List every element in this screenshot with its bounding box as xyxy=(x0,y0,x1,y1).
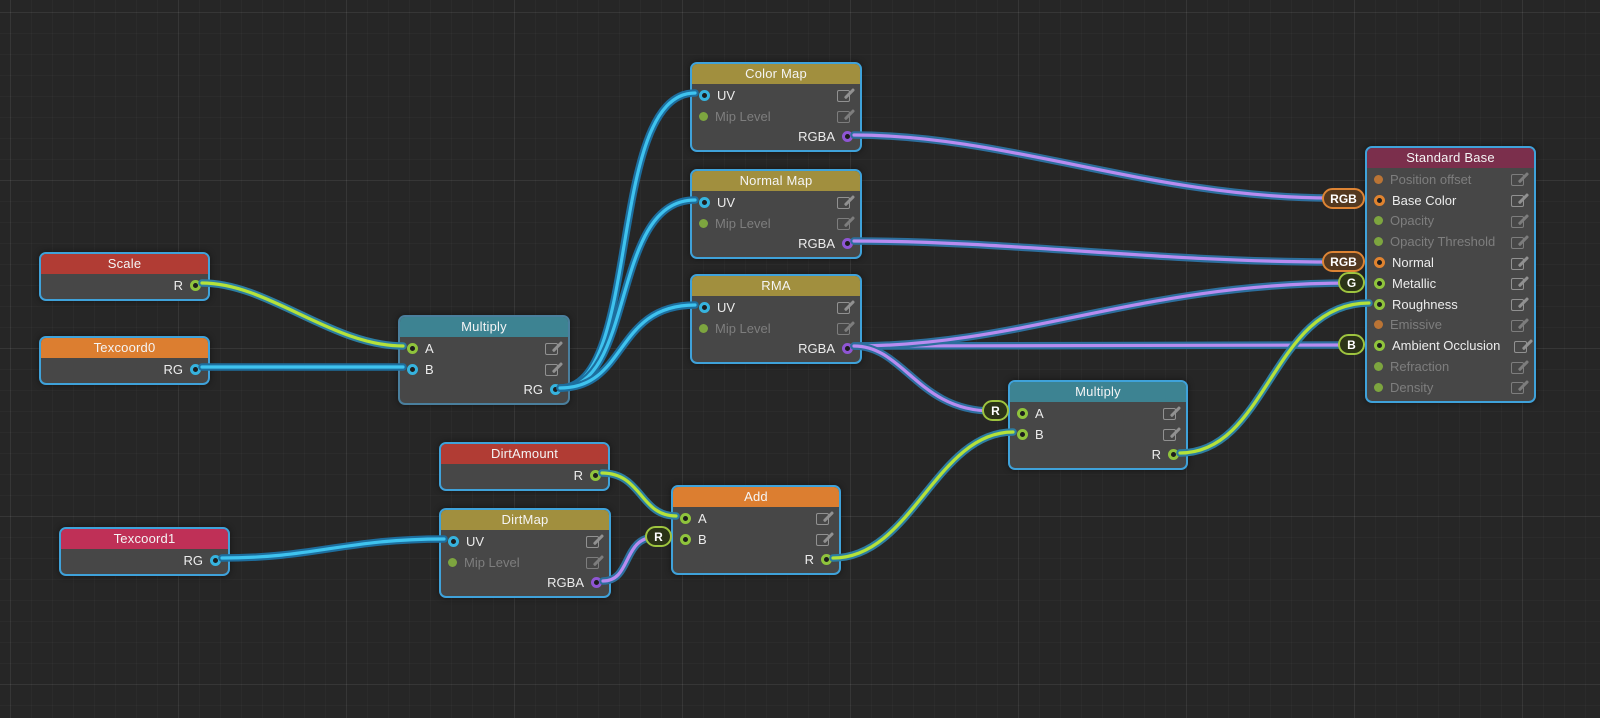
wire-rma-metallic-outline xyxy=(850,279,1354,350)
channel-badge-rgb-normal[interactable]: RGB xyxy=(1322,251,1365,272)
wire-scale-multiply-a[interactable] xyxy=(200,281,405,348)
wire-rma-multiply-a-outline xyxy=(850,342,996,415)
wire-add-multiply-b[interactable] xyxy=(831,430,1015,560)
channel-badge-r-multiply-a[interactable]: R xyxy=(982,400,1009,421)
wire-rma-multiply-a[interactable] xyxy=(852,344,994,413)
wires-layer xyxy=(198,89,1373,585)
channel-badge-g-metallic[interactable]: G xyxy=(1338,272,1365,293)
wire-colormap-basecolor-outline xyxy=(850,131,1336,202)
channel-badge-rgb-basecolor[interactable]: RGB xyxy=(1322,188,1365,209)
wire-multiply-roughness-outline xyxy=(1176,299,1373,457)
wire-dirtamount-add-a[interactable] xyxy=(600,471,678,518)
channel-badge-b-ambientocclusion[interactable]: B xyxy=(1338,334,1365,355)
channel-badge-r-add-b[interactable]: R xyxy=(645,526,672,547)
node-graph-canvas[interactable]: { "nodes": { "scale": {"title":"Scale","… xyxy=(0,0,1600,718)
